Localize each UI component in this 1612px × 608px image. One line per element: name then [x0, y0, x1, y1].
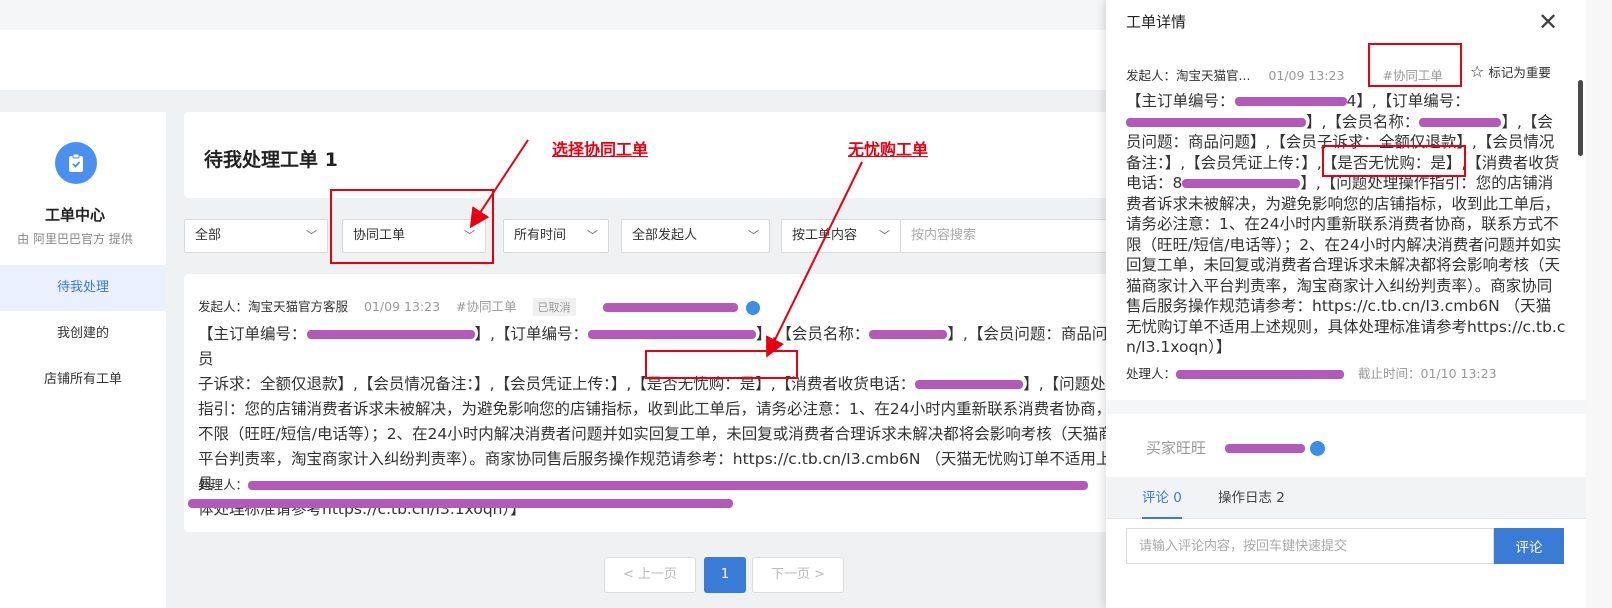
- redacted-order: [306, 330, 475, 339]
- ticket-handler: 处理人：: [198, 474, 1089, 493]
- close-icon[interactable]: ✕: [1538, 8, 1558, 36]
- redacted-phone: [915, 380, 1024, 389]
- text-segment: 不限（旺旺/短信/电话等）；2、在24小时内解决消费者问题并如实回复工单，未回复…: [198, 425, 1114, 443]
- redacted-order: [587, 330, 756, 339]
- ticket-detail-drawer: 工单详情 ✕ 发起人：淘宝天猫官... 01/09 13:23 #协同工单 ☆ …: [1106, 0, 1586, 608]
- prev-page-button[interactable]: < 上一页: [604, 557, 696, 593]
- redacted-member: [1419, 117, 1502, 127]
- chevron-down-icon: ﹀: [306, 229, 317, 242]
- app-logo: [55, 142, 97, 184]
- ticket-list-item[interactable]: 发起人：淘宝天猫官方客服 01/09 13:23 #协同工单 已取消 【主订单编…: [184, 274, 1114, 532]
- wangwang-icon: [746, 300, 761, 315]
- redacted-handler: [1176, 370, 1345, 379]
- page-scrollbar[interactable]: [1586, 0, 1612, 608]
- redacted-handler: [248, 481, 1089, 490]
- annotation-box-type-filter: [330, 189, 494, 264]
- drawer-handler: 处理人： 截止时间：01/10 13:23: [1126, 363, 1497, 382]
- page-1-button[interactable]: 1: [704, 557, 746, 593]
- wangwang-icon[interactable]: [1309, 441, 1325, 456]
- sidebar-subtitle: 由 阿里巴巴官方 提供: [17, 232, 133, 246]
- drawer-scroll-thumb[interactable]: [1578, 80, 1583, 156]
- deadline-value: 01/10 13:23: [1420, 366, 1497, 381]
- tab-operation-log[interactable]: 操作日志 2: [1218, 477, 1285, 519]
- text-segment: 】,【会员名称：: [755, 325, 870, 343]
- status-filter[interactable]: 全部 ﹀: [184, 219, 328, 253]
- annotation-box-worry-free: [645, 350, 798, 379]
- initiator-filter[interactable]: 全部发起人 ﹀: [621, 219, 770, 253]
- handler-label: 处理人：: [198, 477, 249, 492]
- tab-comments[interactable]: 评论 0: [1142, 477, 1182, 519]
- text-segment: 】,【问题处理操作指引：您的店铺消费者诉求未被解决，为避免影响您的店铺指标，收到…: [1126, 174, 1566, 356]
- star-icon: ☆: [1470, 62, 1485, 81]
- annotation-box-drawer-worry-free: [1322, 145, 1466, 177]
- drawer-title: 工单详情: [1126, 13, 1187, 31]
- redacted-phone: [1182, 179, 1301, 188]
- drawer-ticket-content: 【主订单编号： 4】,【订单编号：】,【会员名称： 】,【会员问题：商品问题】,【会…: [1126, 91, 1566, 358]
- time-filter-value: 所有时间: [514, 228, 567, 243]
- ticket-tag: #协同工单: [456, 299, 517, 314]
- sidebar-title: 工单中心: [44, 206, 105, 224]
- text-segment: 4】,【订单编号：: [1346, 92, 1470, 110]
- content-type-filter[interactable]: 按工单内容 ﹀: [781, 219, 901, 253]
- ticket-time: 01/09 13:23: [364, 299, 441, 314]
- text-segment: 】,【订单编号：: [474, 325, 588, 343]
- initiator-label: 发起人：: [1126, 68, 1177, 83]
- annotation-box-drawer-tag: [1368, 43, 1462, 87]
- comment-submit-button[interactable]: 评论: [1494, 528, 1564, 564]
- clipboard-icon: [69, 153, 83, 172]
- initiator-filter-value: 全部发起人: [632, 228, 698, 243]
- buyer-row: 买家旺旺: [1146, 437, 1325, 458]
- text-segment: 指引：您的店铺消费者诉求未被解决，为避免影响您的店铺指标，收到此工单后，请务必注…: [198, 400, 1114, 418]
- text-segment: 【主订单编号：: [198, 325, 307, 343]
- redacted-buyer: [1224, 444, 1305, 453]
- status-badge: 已取消: [532, 298, 576, 316]
- content-search-input[interactable]: 按内容搜索: [900, 219, 1112, 253]
- chevron-down-icon: ﹀: [879, 229, 890, 242]
- mark-important-button[interactable]: ☆ 标记为重要: [1470, 62, 1551, 81]
- sidebar-item-all-shop[interactable]: 店铺所有工单: [0, 357, 166, 403]
- annotation-worry-free: 无忧购工单: [848, 140, 929, 159]
- redacted-member: [869, 330, 948, 339]
- page-title: 待我处理工单 1: [204, 149, 338, 171]
- next-page-button[interactable]: 下一页 >: [752, 557, 844, 593]
- initiator-name: 淘宝天猫官方客服: [248, 299, 349, 314]
- annotation-select-ticket: 选择协同工单: [552, 140, 649, 159]
- redacted-order: [1234, 97, 1347, 106]
- ticket-time: 01/09 13:23: [1268, 68, 1345, 83]
- status-filter-value: 全部: [195, 228, 222, 243]
- chevron-down-icon: ﹀: [587, 229, 598, 242]
- chevron-down-icon: ﹀: [748, 229, 759, 242]
- sidebar: 工单中心 由 阿里巴巴官方 提供 待我处理 我创建的 店铺所有工单: [0, 112, 166, 608]
- redacted-order: [1126, 117, 1306, 127]
- initiator-name: 淘宝天猫官...: [1176, 68, 1251, 83]
- sidebar-item-created[interactable]: 我创建的: [0, 311, 166, 357]
- text-segment: 【主订单编号：: [1126, 92, 1235, 110]
- handler-label: 处理人：: [1126, 366, 1177, 381]
- sidebar-item-pending[interactable]: 待我处理: [0, 265, 166, 311]
- header-area: [0, 30, 1110, 90]
- redacted-buyer: [603, 303, 739, 312]
- content-type-filter-value: 按工单内容: [792, 228, 858, 243]
- comment-input[interactable]: [1126, 528, 1494, 564]
- text-segment: 子诉求：全额仅退款】,【会员情况备注：】,【会员凭证上传：】: [198, 375, 627, 393]
- divider: [1106, 400, 1586, 414]
- ticket-meta: 发起人：淘宝天猫官方客服 01/09 13:23 #协同工单 已取消: [198, 296, 761, 316]
- time-filter[interactable]: 所有时间 ﹀: [503, 219, 609, 253]
- redacted-handler-line2: [188, 496, 733, 511]
- mark-important-label: 标记为重要: [1488, 65, 1551, 80]
- text-segment: 】,【会员名称：: [1306, 112, 1420, 131]
- drawer-tabs: 评论 0 操作日志 2: [1106, 477, 1586, 519]
- redacted-handler: [188, 499, 733, 508]
- buyer-label: 买家旺旺: [1146, 439, 1207, 457]
- deadline-label: 截止时间：: [1358, 366, 1421, 381]
- title-card: 待我处理工单 1: [184, 112, 1114, 198]
- text-segment: 】,【问题处理操作: [1023, 375, 1114, 393]
- initiator-label: 发起人：: [198, 299, 249, 314]
